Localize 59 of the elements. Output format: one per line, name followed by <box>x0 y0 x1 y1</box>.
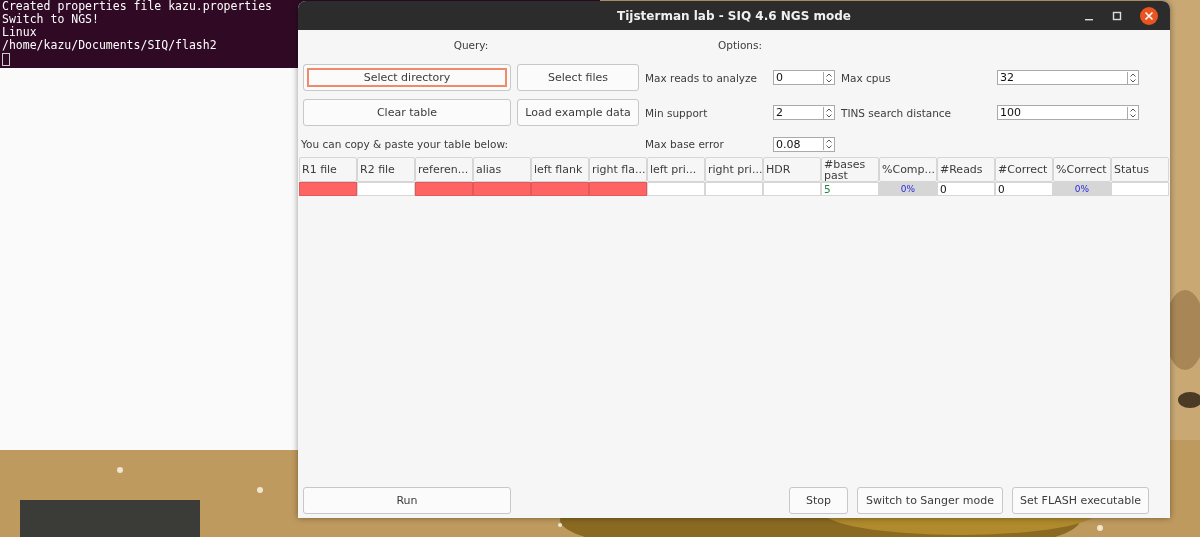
column-header[interactable]: alias <box>473 157 531 182</box>
column-header[interactable]: Status <box>1111 157 1169 182</box>
column-header[interactable]: R2 file <box>357 157 415 182</box>
section-heading: Options: <box>716 39 764 51</box>
table-cell[interactable]: 0 <box>995 182 1053 196</box>
option-label: Min support <box>645 106 709 119</box>
column-header[interactable]: #bases past <box>821 157 879 182</box>
column-header[interactable]: R1 file <box>299 157 357 182</box>
table-cell[interactable] <box>299 182 357 196</box>
column-header[interactable]: #Reads <box>937 157 995 182</box>
action-button[interactable]: Set FLASH executable <box>1012 487 1149 514</box>
action-button[interactable]: Switch to Sanger mode <box>857 487 1003 514</box>
close-icon[interactable] <box>1140 7 1158 25</box>
spinner-arrows-icon[interactable] <box>1127 106 1138 119</box>
table-cell[interactable] <box>531 182 589 196</box>
action-button[interactable]: Select directory <box>303 64 511 91</box>
column-header[interactable]: referen... <box>415 157 473 182</box>
table-cell[interactable]: 5 <box>821 182 879 196</box>
column-header[interactable]: right pri... <box>705 157 763 182</box>
table-cell[interactable] <box>473 182 531 196</box>
spin-field[interactable]: 2 <box>773 105 835 120</box>
table-cell[interactable] <box>589 182 647 196</box>
terminal-line: Linux <box>2 26 37 39</box>
spin-field[interactable]: 32 <box>997 70 1139 85</box>
option-label: Max reads to analyze <box>645 71 758 84</box>
table-hint: You can copy & paste your table below: <box>301 138 509 150</box>
maximize-icon[interactable] <box>1112 11 1122 21</box>
column-header[interactable]: left flank <box>531 157 589 182</box>
spinner-arrows-icon[interactable] <box>823 106 834 119</box>
terminal-line: Created properties file kazu.properties <box>2 0 273 13</box>
column-header[interactable]: %Comp... <box>879 157 937 182</box>
column-header[interactable]: HDR <box>763 157 821 182</box>
action-button[interactable]: Select files <box>517 64 639 91</box>
option-label: Max cpus <box>841 71 892 84</box>
section-heading: Query: <box>452 39 490 51</box>
spin-field[interactable]: 100 <box>997 105 1139 120</box>
cursor-icon <box>2 53 10 66</box>
progress-bar: 0% <box>1053 182 1111 196</box>
column-header[interactable]: right fla... <box>589 157 647 182</box>
action-button[interactable]: Clear table <box>303 99 511 126</box>
spinner-arrows-icon[interactable] <box>823 71 834 84</box>
table-cell[interactable] <box>415 182 473 196</box>
action-button[interactable]: Load example data <box>517 99 639 126</box>
column-header[interactable]: left pri... <box>647 157 705 182</box>
spinner-arrows-icon[interactable] <box>1127 71 1138 84</box>
option-label: TINS search distance <box>841 106 953 119</box>
column-header[interactable]: #Correct <box>995 157 1053 182</box>
column-header[interactable]: %Correct <box>1053 157 1111 182</box>
spin-field[interactable]: 0 <box>773 70 835 85</box>
action-button[interactable]: Run <box>303 487 511 514</box>
progress-bar: 0% <box>879 182 937 196</box>
terminal-line: Switch to NGS! <box>2 13 99 26</box>
terminal-line: /home/kazu/Documents/SIQ/flash2 <box>2 39 217 52</box>
option-label: Max base error <box>645 138 725 150</box>
window-title: Tijsterman lab - SIQ 4.6 NGS mode <box>617 8 851 23</box>
table-cell[interactable]: 0 <box>937 182 995 196</box>
spin-field[interactable]: 0.08 <box>773 136 835 152</box>
spinner-arrows-icon[interactable] <box>823 138 834 150</box>
action-button[interactable]: Stop <box>789 487 848 514</box>
